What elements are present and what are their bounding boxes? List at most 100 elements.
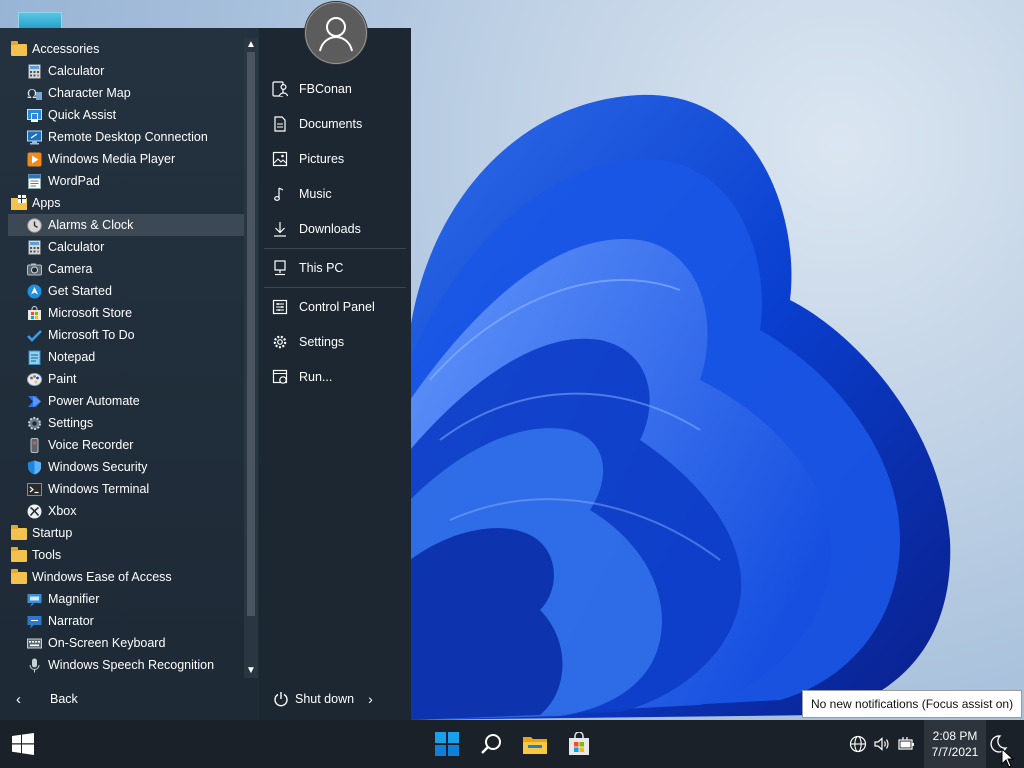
alarms-clock-icon [27,217,42,233]
computer-icon [272,259,288,276]
taskbar-windows11-start-button[interactable] [431,728,463,760]
program-item[interactable]: Camera [8,258,244,280]
microphone-icon [27,658,42,673]
programs-scrollbar[interactable]: ▲ ▼ [244,38,258,678]
program-item[interactable]: Microsoft Store [8,302,244,324]
places-label: Pictures [299,151,345,166]
remote-desktop-icon [27,130,42,145]
program-folder[interactable]: Tools [8,544,244,566]
program-item[interactable]: Alarms & Clock [8,214,244,236]
program-folder[interactable]: Windows Ease of Access [8,566,244,588]
store-icon [27,305,42,321]
back-button[interactable]: ‹ Back [0,678,259,720]
folder-icon [11,40,27,57]
shield-icon [27,460,42,475]
program-label: On-Screen Keyboard [48,636,166,650]
places-label: Run... [299,369,333,384]
places-item[interactable]: Control Panel [264,289,406,324]
program-item[interactable]: Power Automate [8,390,244,412]
program-item[interactable]: Xbox [8,500,244,522]
program-label: Character Map [48,86,131,100]
program-item[interactable]: Remote Desktop Connection [8,126,244,148]
program-label: Apps [32,196,61,210]
program-label: Windows Speech Recognition [48,658,215,672]
wordpad-icon [27,173,42,189]
program-item[interactable]: Quick Assist [8,104,244,126]
program-item[interactable]: Magnifier [8,588,244,610]
program-item[interactable]: Paint [8,368,244,390]
places-item[interactable]: This PC [264,250,406,285]
scroll-down-arrow-icon[interactable]: ▼ [244,664,258,678]
program-folder[interactable]: Startup [8,522,244,544]
places-item[interactable]: Downloads [264,211,406,246]
program-item[interactable]: WordPad [8,170,244,192]
program-item[interactable]: Calculator [8,236,244,258]
taskbar-file-explorer-button[interactable] [519,728,551,760]
program-item[interactable]: Voice Recorder [8,434,244,456]
scroll-up-arrow-icon[interactable]: ▲ [244,38,258,52]
narrator-icon [27,614,42,629]
notification-tooltip: No new notifications (Focus assist on) [802,690,1023,718]
program-item[interactable]: Windows Speech Recognition [8,654,244,676]
program-folder[interactable]: Accessories [8,38,244,60]
download-arrow-icon [272,221,288,237]
gear-icon [272,334,288,350]
magnifier-icon [27,592,42,607]
taskbar-search-button[interactable] [475,728,507,760]
program-label: Microsoft To Do [48,328,135,342]
svg-text:Ω: Ω [27,87,37,101]
taskbar-store-button[interactable] [563,728,595,760]
chevron-right-icon[interactable]: › [368,691,373,707]
run-icon [272,369,288,385]
program-label: Settings [48,416,94,430]
scrollbar-thumb[interactable] [247,52,255,616]
program-label: Narrator [48,614,94,628]
program-item[interactable]: Notepad [8,346,244,368]
places-label: Settings [299,334,345,349]
network-globe-icon[interactable] [848,734,868,754]
program-label: Notepad [48,350,96,364]
program-item[interactable]: On-Screen Keyboard [8,632,244,654]
program-label: Startup [32,526,73,540]
power-automate-icon [27,394,42,409]
program-folder[interactable]: Apps [8,192,244,214]
places-item[interactable]: Documents [264,106,406,141]
shutdown-button[interactable]: Shut down › [273,688,373,710]
terminal-icon [27,482,42,497]
keyboard-icon [27,636,42,651]
volume-speaker-icon[interactable] [872,734,892,754]
program-item[interactable]: Settings [8,412,244,434]
windows11-logo-icon [435,732,459,756]
places-label: FBConan [299,81,352,96]
program-item[interactable]: Microsoft To Do [8,324,244,346]
start-button[interactable] [0,720,45,768]
program-label: Camera [48,262,93,276]
places-item[interactable]: Settings [264,324,406,359]
program-label: Paint [48,372,77,386]
battery-plug-icon[interactable] [896,734,916,754]
taskbar-clock[interactable]: 2:08 PM 7/7/2021 [924,720,986,768]
taskbar: 2:08 PM 7/7/2021 [0,720,1024,768]
program-label: Accessories [32,42,100,56]
control-panel-icon [272,299,288,315]
program-label: Windows Media Player [48,152,176,166]
program-item[interactable]: Ω Character Map [8,82,244,104]
program-item[interactable]: Calculator [8,60,244,82]
program-label: Calculator [48,64,105,78]
paint-icon [27,372,42,387]
program-item[interactable]: Narrator [8,610,244,632]
places-item[interactable]: Music [264,176,406,211]
program-item[interactable]: Get Started [8,280,244,302]
user-avatar[interactable] [305,2,367,64]
program-label: Alarms & Clock [48,218,134,232]
program-item[interactable]: Windows Security [8,456,244,478]
places-item[interactable]: Pictures [264,141,406,176]
program-item[interactable]: Windows Media Player [8,148,244,170]
microsoft-store-icon [569,732,589,755]
places-item[interactable]: Run... [264,359,406,394]
places-item[interactable]: FBConan [264,71,406,106]
program-label: Microsoft Store [48,306,133,320]
program-label: WordPad [48,174,100,188]
music-note-icon [272,186,288,202]
program-item[interactable]: Windows Terminal [8,478,244,500]
